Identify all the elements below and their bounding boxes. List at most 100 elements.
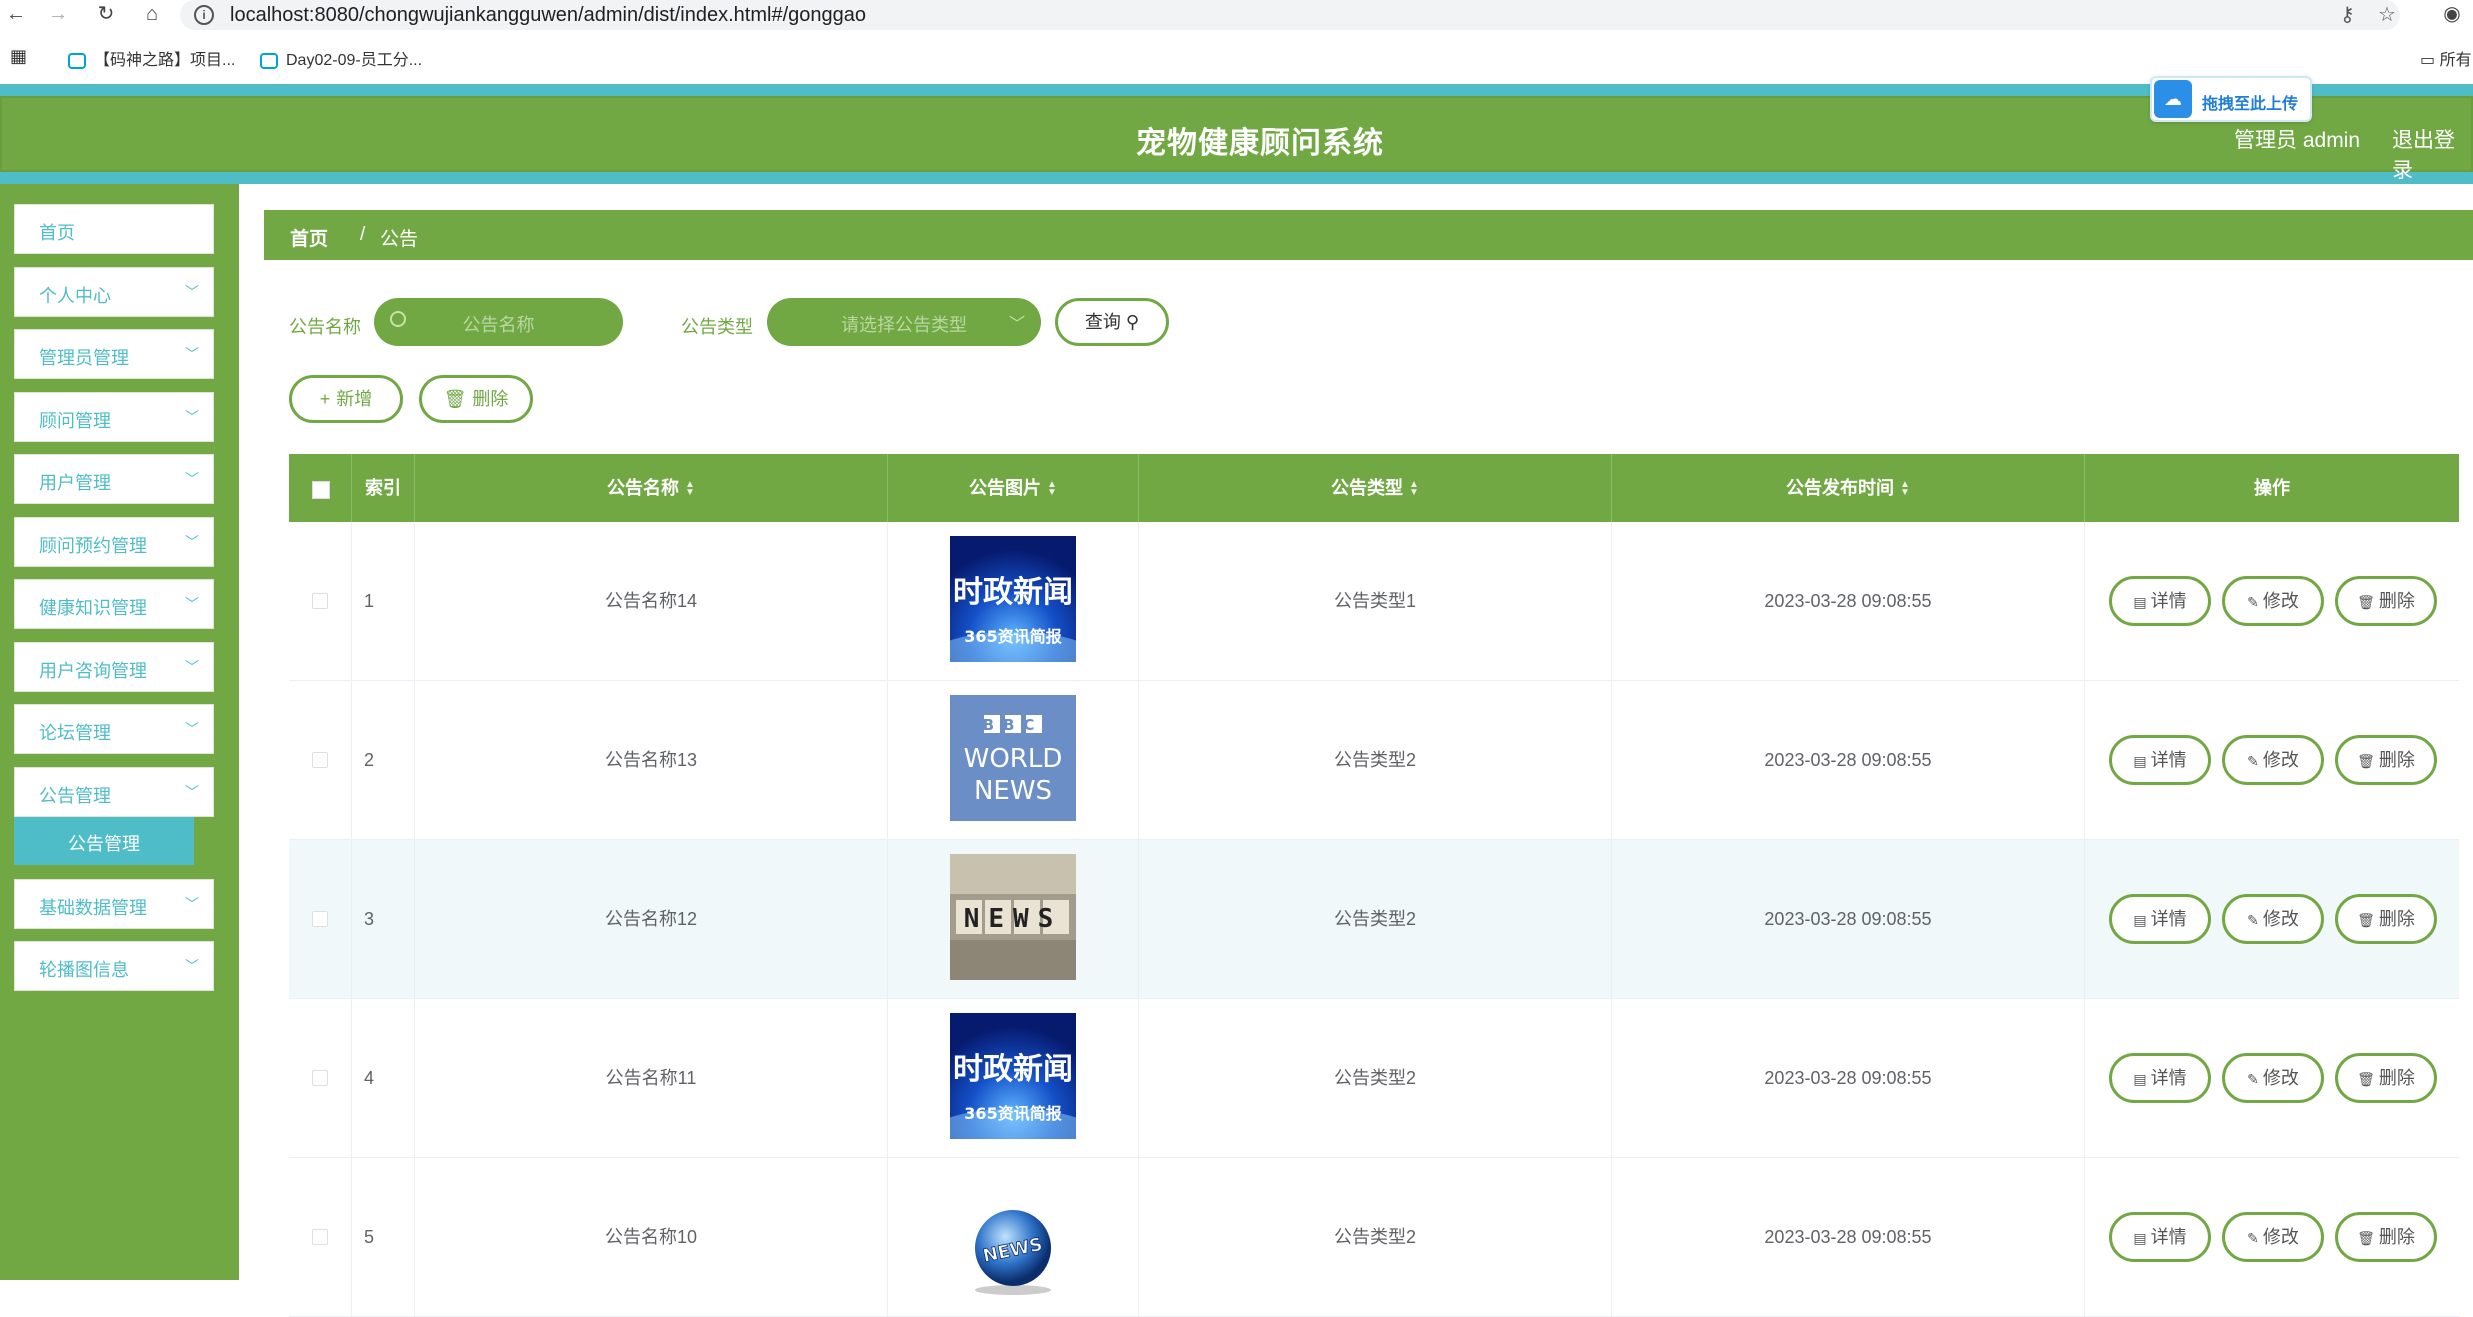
home-icon[interactable]: ⌂ (140, 2, 164, 26)
sort-icon[interactable]: ▲ ▼ (1047, 480, 1057, 498)
logout-link[interactable]: 退出登录 (2392, 124, 2471, 184)
svg-text:365资讯简报: 365资讯简报 (964, 627, 1061, 646)
sidebar-item-users[interactable]: 用户管理 ﹀ (14, 454, 214, 504)
add-button[interactable]: + 新增 (289, 375, 403, 423)
bookmark-item[interactable]: 【码神之路】项目... (68, 46, 235, 70)
bookmark-star-icon[interactable]: ☆ (2378, 2, 2396, 27)
delete-button[interactable]: 🗑 删除 (2335, 576, 2437, 626)
select-all-checkbox[interactable] (312, 481, 330, 499)
edit-button[interactable]: ✎ 修改 (2222, 1053, 2324, 1103)
sidebar-item-knowledge[interactable]: 健康知识管理 ﹀ (14, 579, 214, 629)
sidebar-item-label: 轮播图信息 (39, 960, 129, 980)
bbc-world-news-thumbnail[interactable]: BBC WORLD NEWS (950, 695, 1076, 821)
url-text[interactable]: localhost:8080/chongwujiankangguwen/admi… (230, 4, 866, 27)
sidebar-item-base-data[interactable]: 基础数据管理 ﹀ (14, 879, 214, 929)
column-header-actions: 操作 (2254, 478, 2290, 498)
profile-icon[interactable]: ◉ (2440, 2, 2464, 26)
query-button[interactable]: 查询 ⚲ (1055, 298, 1169, 346)
site-info-icon[interactable]: i (194, 5, 214, 25)
row-checkbox[interactable] (312, 593, 328, 609)
index-cell: 5 (352, 1158, 415, 1317)
actions-cell: ▤ 详情 ✎ 修改 🗑 删除 (2085, 522, 2459, 681)
edit-button[interactable]: ✎ 修改 (2222, 735, 2324, 785)
column-header-name[interactable]: 公告名称 ▲ ▼ (415, 454, 888, 522)
name-cell: 公告名称13 (415, 681, 888, 840)
name-filter-input[interactable]: 公告名称 (374, 298, 623, 346)
sidebar-item-label: 首页 (39, 223, 75, 243)
table-row: 2 公告名称13 BBC WORLD NEWS 公告类型2 2023-03-28… (289, 681, 2459, 840)
sidebar-item-advisors[interactable]: 顾问管理 ﹀ (14, 392, 214, 442)
actions-cell: ▤ 详情 ✎ 修改 🗑 删除 (2085, 681, 2459, 840)
row-checkbox[interactable] (312, 1070, 328, 1086)
all-bookmarks[interactable]: ▭ 所有 (2420, 46, 2472, 70)
news-blocks-thumbnail[interactable]: NEWS (950, 854, 1076, 980)
name-cell: 公告名称10 (415, 1158, 888, 1317)
bookmarks-bar: ▦ 【码神之路】项目... Day02-09-员工分... ▭ 所有 (0, 44, 2473, 74)
document-icon: ▤ (2133, 753, 2147, 769)
delete-button[interactable]: 🗑 删除 (2335, 1053, 2437, 1103)
reload-icon[interactable]: ↻ (94, 2, 118, 26)
sidebar-item-appointments[interactable]: 顾问预约管理 ﹀ (14, 517, 214, 567)
edit-button[interactable]: ✎ 修改 (2222, 894, 2324, 944)
type-filter-select[interactable]: 请选择公告类型 ﹀ (767, 298, 1041, 346)
sort-icon[interactable]: ▲ ▼ (1409, 480, 1419, 498)
breadcrumb-home[interactable]: 首页 (290, 224, 328, 251)
row-checkbox[interactable] (312, 752, 328, 768)
sidebar-item-label: 个人中心 (39, 286, 111, 306)
sidebar-item-announcements[interactable]: 公告管理 ﹀ (14, 767, 214, 817)
sort-icon[interactable]: ▲ ▼ (1900, 480, 1910, 498)
password-key-icon[interactable]: ⚷ (2340, 2, 2355, 27)
chevron-down-icon: ﹀ (185, 284, 199, 300)
detail-button[interactable]: ▤ 详情 (2109, 1053, 2211, 1103)
detail-button[interactable]: ▤ 详情 (2109, 735, 2211, 785)
sidebar-item-label: 用户咨询管理 (39, 661, 147, 681)
news-cn-thumbnail[interactable]: 时政新闻 365资讯简报 (950, 536, 1076, 662)
batch-delete-button[interactable]: 🗑 删除 (419, 375, 533, 423)
edit-button[interactable]: ✎ 修改 (2222, 576, 2324, 626)
apps-grid-icon[interactable]: ▦ (10, 46, 27, 67)
row-checkbox[interactable] (312, 911, 328, 927)
sidebar: 首页 个人中心 ﹀ 管理员管理 ﹀ 顾问管理 ﹀ 用户管理 ﹀ 顾问预约管理 ﹀… (0, 184, 239, 1280)
column-header-time[interactable]: 公告发布时间 ▲ ▼ (1612, 454, 2085, 522)
bookmark-item[interactable]: Day02-09-员工分... (260, 46, 422, 70)
row-checkbox[interactable] (312, 1229, 328, 1245)
sidebar-item-forum[interactable]: 论坛管理 ﹀ (14, 704, 214, 754)
news-globe-thumbnail[interactable]: NEWS (950, 1172, 1076, 1298)
name-cell: 公告名称11 (415, 999, 888, 1158)
upload-chip[interactable]: ☁ 拖拽至此上传 (2150, 76, 2312, 122)
detail-button[interactable]: ▤ 详情 (2109, 1212, 2211, 1262)
svg-text:NEWS: NEWS (964, 904, 1063, 934)
delete-button[interactable]: 🗑 删除 (2335, 894, 2437, 944)
edit-button[interactable]: ✎ 修改 (2222, 1212, 2324, 1262)
column-header-image[interactable]: 公告图片 ▲ ▼ (888, 454, 1139, 522)
index-cell: 2 (352, 681, 415, 840)
forward-icon[interactable]: → (46, 2, 70, 26)
time-cell: 2023-03-28 09:08:55 (1612, 840, 2085, 999)
sidebar-item-label: 基础数据管理 (39, 898, 147, 918)
address-bar[interactable]: i localhost:8080/chongwujiankangguwen/ad… (180, 0, 2400, 30)
sidebar-item-profile[interactable]: 个人中心 ﹀ (14, 267, 214, 317)
sidebar-item-home[interactable]: 首页 (14, 204, 214, 254)
delete-button[interactable]: 🗑 删除 (2335, 1212, 2437, 1262)
sort-icon[interactable]: ▲ ▼ (685, 480, 695, 498)
type-cell: 公告类型2 (1139, 840, 1612, 999)
sidebar-item-consultations[interactable]: 用户咨询管理 ﹀ (14, 642, 214, 692)
delete-button[interactable]: 🗑 删除 (2335, 735, 2437, 785)
actions-cell: ▤ 详情 ✎ 修改 🗑 删除 (2085, 999, 2459, 1158)
name-cell: 公告名称14 (415, 522, 888, 681)
sidebar-subitem-label: 公告管理 (68, 834, 140, 854)
svg-text:BBC: BBC (983, 716, 1044, 734)
chevron-down-icon: ﹀ (185, 721, 199, 737)
back-icon[interactable]: ← (4, 2, 28, 26)
trash-icon: 🗑 (2357, 1230, 2375, 1246)
sidebar-item-carousel[interactable]: 轮播图信息 ﹀ (14, 941, 214, 991)
chevron-down-icon: ﹀ (185, 471, 199, 487)
image-cell: 时政新闻 365资讯简报 (888, 999, 1139, 1158)
trash-icon: 🗑 (2357, 912, 2375, 928)
detail-button[interactable]: ▤ 详情 (2109, 894, 2211, 944)
sidebar-item-admins[interactable]: 管理员管理 ﹀ (14, 329, 214, 379)
sidebar-subitem-announcement-manage[interactable]: 公告管理 (14, 817, 194, 865)
column-header-type[interactable]: 公告类型 ▲ ▼ (1139, 454, 1612, 522)
detail-button[interactable]: ▤ 详情 (2109, 576, 2211, 626)
news-cn-thumbnail[interactable]: 时政新闻 365资讯简报 (950, 1013, 1076, 1139)
